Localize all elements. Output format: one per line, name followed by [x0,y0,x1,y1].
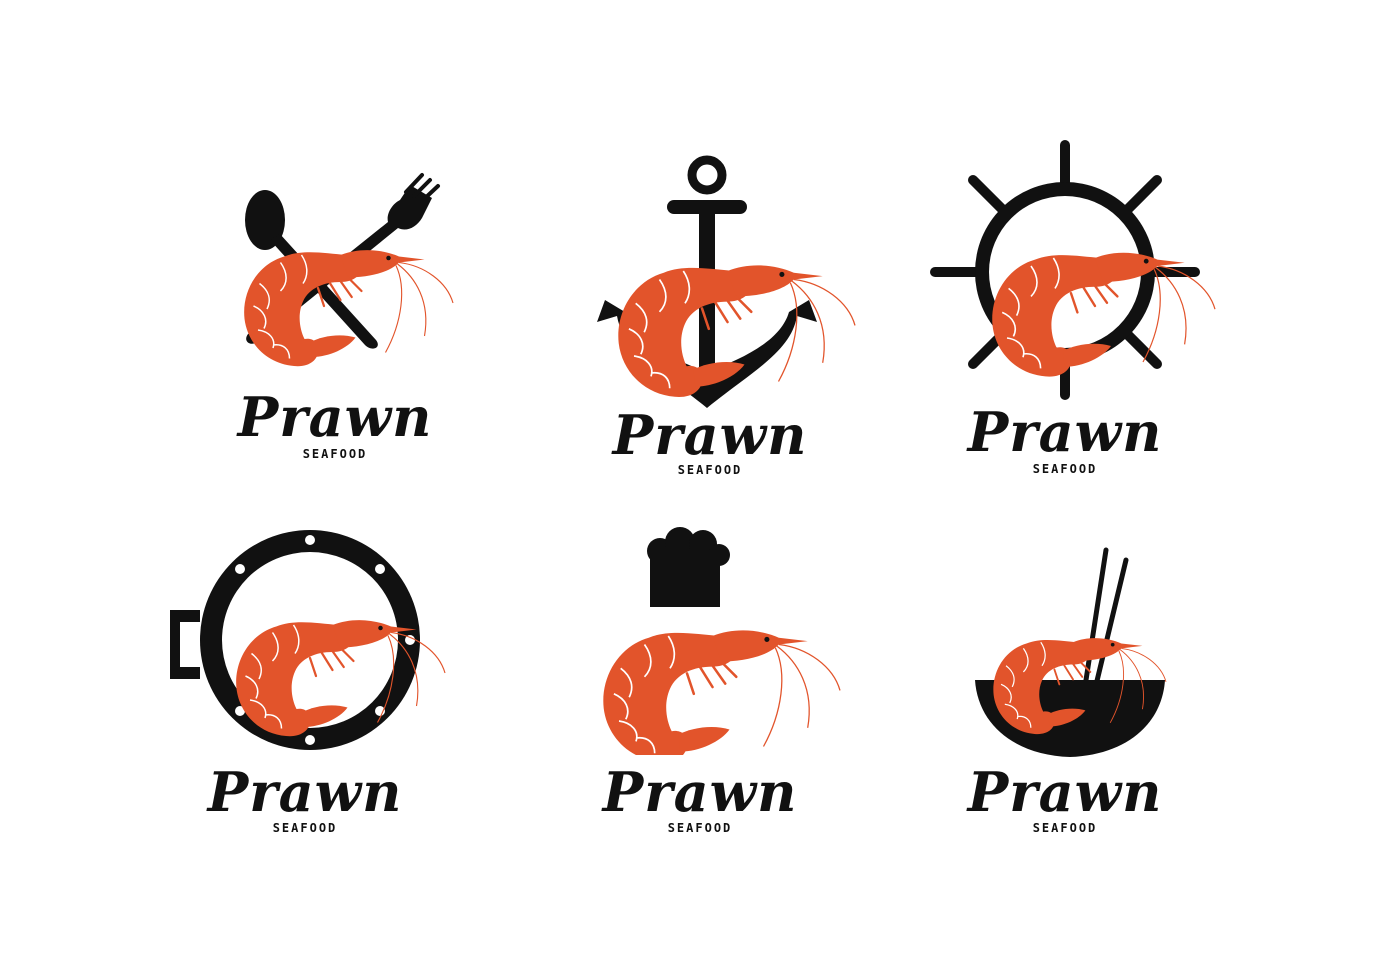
chef-hat-icon [602,527,842,755]
brand-tagline: SEAFOOD [1032,821,1098,835]
logo-sheet: Prawn SEAFOOD Prawn SEAFOOD Prawn SEAFOO… [0,0,1400,980]
logo-anchor: Prawn SEAFOOD [545,150,875,480]
logo-fork-spoon: Prawn SEAFOOD [170,170,500,500]
brand-tagline: SEAFOOD [1032,462,1098,476]
brand-tagline: SEAFOOD [677,463,743,477]
brand-name: Prawn [612,403,808,467]
logo-chef-hat: Prawn SEAFOOD [535,525,865,855]
brand-tagline: SEAFOOD [667,821,733,835]
brand-name: Prawn [967,400,1163,464]
brand-name: Prawn [967,760,1163,824]
brand-name: Prawn [237,385,433,449]
logo-porthole: Prawn SEAFOOD [140,525,470,855]
brand-name: Prawn [207,760,403,824]
ship-wheel-icon [930,140,1217,400]
brand-name: Prawn [602,760,798,824]
logo-bowl-chopsticks: Prawn SEAFOOD [900,545,1230,875]
fork-and-spoon-icon [243,173,455,368]
brand-tagline: SEAFOOD [272,821,338,835]
porthole-icon [170,530,447,750]
anchor-icon [597,155,857,408]
bowl-chopsticks-icon [975,547,1167,757]
logo-ship-wheel: Prawn SEAFOOD [900,140,1230,476]
brand-tagline: SEAFOOD [302,447,368,461]
